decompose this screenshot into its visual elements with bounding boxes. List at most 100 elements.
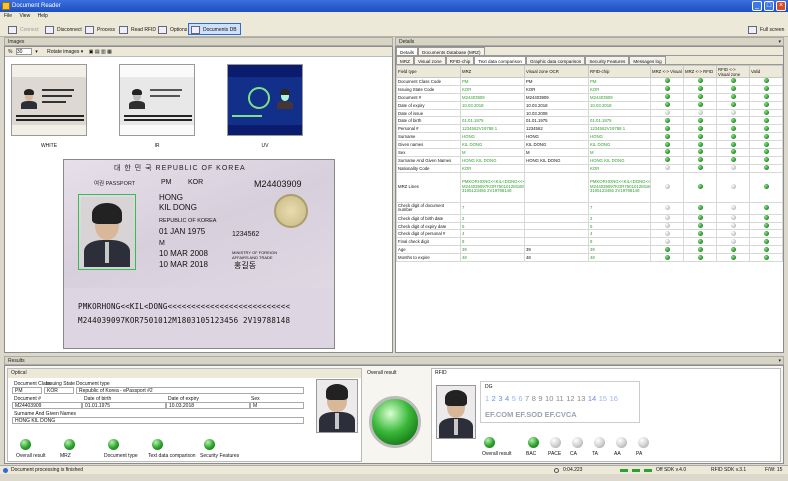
- status-time: 0:04.223: [563, 467, 583, 473]
- table-row[interactable]: Age 39 39 39: [396, 245, 783, 255]
- dg-number[interactable]: 3: [498, 394, 502, 403]
- status-cell: [716, 140, 750, 150]
- status-cell: [650, 77, 684, 86]
- zoom-dropdown-icon[interactable]: ▾: [35, 49, 38, 55]
- tab-details[interactable]: Details: [396, 47, 419, 55]
- table-row[interactable]: Final check digit 8 8: [396, 237, 783, 247]
- collapse-icon[interactable]: ▾: [778, 38, 781, 46]
- table-row[interactable]: Document # M24403909 M24403909 M24403909: [396, 92, 783, 102]
- dg-number[interactable]: 8: [532, 394, 536, 403]
- table-row[interactable]: Nationality Code KOR KOR: [396, 163, 783, 173]
- subtab-security-features[interactable]: Security Features: [585, 56, 630, 64]
- table-row[interactable]: MRZ LinesPMKORHONG<<KIL<DONG<<<<<<<<<<<<…: [396, 171, 783, 203]
- column-header[interactable]: Valid: [749, 65, 783, 78]
- dg-number[interactable]: 12: [566, 394, 574, 403]
- thumb-uv[interactable]: [227, 64, 303, 136]
- dg-number[interactable]: 14: [588, 394, 596, 403]
- column-header[interactable]: RFID <-> Visual zone: [716, 65, 750, 78]
- dg-number[interactable]: 11: [556, 394, 564, 403]
- close-button[interactable]: ×: [776, 1, 786, 11]
- subtab-visual-zone[interactable]: Visual zone: [413, 56, 446, 64]
- subtab-text-data-comparison[interactable]: Text data comparison: [474, 56, 526, 64]
- status-cell: [650, 132, 684, 142]
- table-cell: Given names: [396, 140, 461, 150]
- column-header[interactable]: Field type: [396, 65, 461, 78]
- column-header[interactable]: MRZ <-> RFID: [683, 65, 717, 78]
- open-icon[interactable]: ▣: [89, 49, 94, 55]
- save-icon[interactable]: ▤: [95, 49, 100, 55]
- dg-number[interactable]: 6: [518, 394, 522, 403]
- table-row[interactable]: Document Class Code PM PM PM: [396, 77, 783, 86]
- dg-number[interactable]: 10: [545, 394, 553, 403]
- rotate-images-button[interactable]: Rotate images: [47, 49, 79, 55]
- column-header[interactable]: RFID-chip: [588, 65, 651, 78]
- subtab-messages-log[interactable]: Messages log: [629, 56, 666, 64]
- table-row[interactable]: Date of birth 01.01.1975 01.01.1975 01.01.1…: [396, 116, 783, 126]
- print-icon[interactable]: ▦: [107, 49, 112, 55]
- table-cell: MRZ Lines: [396, 171, 461, 203]
- dg-number[interactable]: 2: [492, 394, 496, 403]
- table-cell: 10.03.2018: [524, 100, 589, 110]
- menu-view[interactable]: View: [19, 13, 30, 19]
- table-row[interactable]: Check digit of birth date 2 2: [396, 213, 783, 223]
- column-header[interactable]: MRZ: [460, 65, 525, 78]
- passport-image[interactable]: 대 한 민 국 REPUBLIC OF KOREA 여권 PASSPORT PM…: [63, 159, 335, 349]
- read-rfid-button[interactable]: Read RFID: [116, 23, 160, 35]
- options-button[interactable]: Options: [155, 23, 191, 35]
- full-screen-button[interactable]: Full screen: [745, 23, 788, 35]
- status-ok-icon: [763, 184, 769, 190]
- tab-documents-database[interactable]: Documents Database (MRZ): [418, 47, 485, 55]
- expiry-field: 10.03.2018: [166, 402, 250, 409]
- zoom-icon[interactable]: %: [8, 49, 12, 55]
- documents-db-button[interactable]: Documents DB: [188, 23, 241, 35]
- collapse-results-icon[interactable]: ▾: [778, 357, 781, 365]
- table-row[interactable]: Given names KIL DONG KIL DONG KIL DONG: [396, 140, 783, 150]
- dg-number[interactable]: 13: [577, 394, 585, 403]
- table-row[interactable]: Surname And Given Names HONG KIL DONG HONG…: [396, 155, 783, 165]
- dg-number[interactable]: 7: [525, 394, 529, 403]
- menu-file[interactable]: File: [4, 13, 12, 19]
- dg-number[interactable]: 9: [538, 394, 542, 403]
- optical-indicator-label: MRZ: [60, 453, 71, 459]
- table-row[interactable]: Sex M M M: [396, 148, 783, 157]
- dg-number[interactable]: 15: [599, 394, 607, 403]
- rotate-dropdown-icon[interactable]: ▾: [81, 49, 84, 55]
- thumb-ir[interactable]: [119, 64, 195, 136]
- dg-number[interactable]: 5: [512, 394, 516, 403]
- minimize-button[interactable]: _: [752, 1, 762, 11]
- connect-button[interactable]: Connect: [5, 23, 43, 35]
- table-row[interactable]: Personal #1234562V19788 1 1234562 1234562V…: [396, 124, 783, 134]
- copy-icon[interactable]: ▥: [101, 49, 106, 55]
- subtab-rfid-chip[interactable]: RFID-chip: [445, 56, 475, 64]
- menu-help[interactable]: Help: [38, 13, 48, 19]
- column-header[interactable]: Visual zone OCR: [524, 65, 589, 78]
- status-na-icon: [664, 165, 670, 171]
- maximize-button[interactable]: □: [764, 1, 774, 11]
- table-row[interactable]: Check digit of document number 7 7: [396, 201, 783, 215]
- status-cell: [749, 124, 783, 134]
- zoom-select[interactable]: 30: [15, 48, 32, 55]
- dg-number[interactable]: 16: [610, 394, 618, 403]
- dg-number[interactable]: 4: [505, 394, 509, 403]
- doc-class-field: PM: [12, 387, 42, 394]
- table-cell: 39: [524, 245, 589, 255]
- table-row[interactable]: Check digit of personal #4 4: [396, 229, 783, 239]
- status-na-icon: [664, 223, 670, 229]
- subtab-graphic-data-comparison[interactable]: Graphic data comparison: [525, 56, 586, 64]
- subtab-mrz[interactable]: MRZ: [396, 56, 414, 64]
- optical-title: Optical: [8, 369, 361, 378]
- table-row[interactable]: Date of expiry 10.03.2018 10.03.2018 10.03.…: [396, 100, 783, 110]
- status-cell: [683, 213, 717, 223]
- table-row[interactable]: Check digit of expiry date 5 5: [396, 221, 783, 231]
- table-row[interactable]: Date of issue 10.03.2008: [396, 108, 783, 118]
- thumb-white[interactable]: [11, 64, 87, 136]
- dg-number[interactable]: 1: [485, 394, 489, 403]
- status-na-icon: [730, 238, 736, 244]
- rfid-indicator-5: [616, 437, 627, 448]
- table-row[interactable]: Issuing State Code KOR KOR KOR: [396, 84, 783, 94]
- table-row[interactable]: Surname HONG HONG HONG: [396, 132, 783, 142]
- column-header[interactable]: MRZ <-> Visual: [650, 65, 684, 78]
- process-button[interactable]: Process: [82, 23, 119, 35]
- disconnect-button[interactable]: Disconnect: [42, 23, 86, 35]
- table-row[interactable]: Months to expire 48 48 48: [396, 253, 783, 263]
